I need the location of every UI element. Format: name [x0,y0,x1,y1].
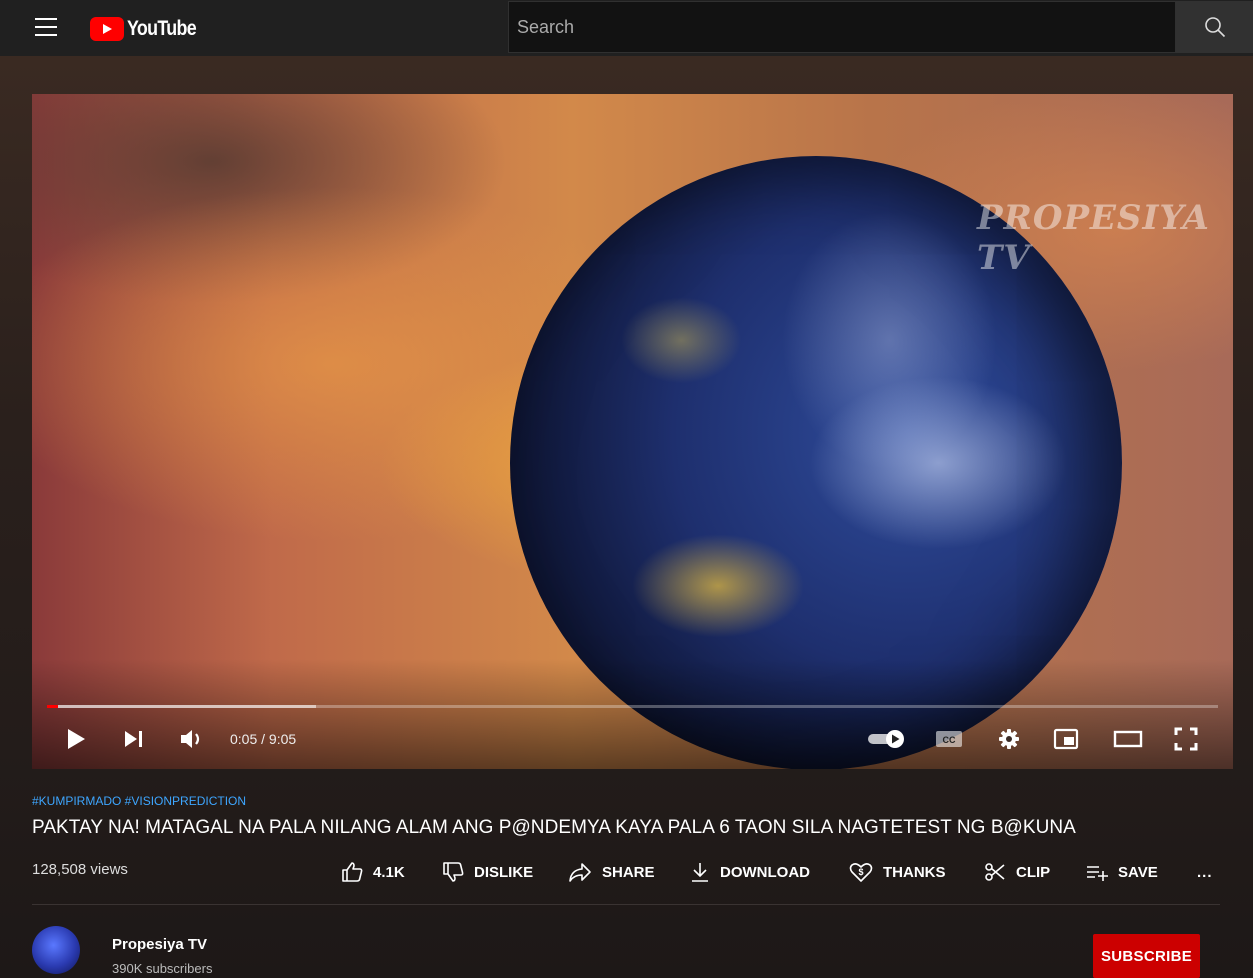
progress-buffered [47,705,317,708]
clip-button[interactable]: CLIP [983,857,1050,887]
dislike-label: DISLIKE [474,863,534,881]
scissors-icon [985,863,1005,881]
thanks-button[interactable]: $ THANKS [848,857,946,887]
video-title: PAKTAY NA! MATAGAL NA PALA NILANG ALAM A… [32,817,1076,838]
thumbs-down-icon [443,862,464,882]
action-bar: 4.1K DISLIKE SHARE DOWNLOAD $ THANKS CLI… [0,857,1253,887]
logo-text: YouTube [127,17,197,40]
next-icon [125,731,142,747]
gear-icon [999,729,1019,749]
video-watermark: PROPESIYA TV [977,198,1210,278]
more-label: ... [1197,863,1213,881]
svg-text:$: $ [858,867,863,877]
share-button[interactable]: SHARE [567,857,655,887]
theater-icon [1113,730,1143,748]
fullscreen-icon [1174,727,1198,751]
like-button[interactable]: 4.1K [340,857,405,887]
youtube-logo[interactable]: YouTube [90,14,208,44]
channel-avatar[interactable] [32,926,80,974]
clip-label: CLIP [1016,863,1051,881]
play-button[interactable] [62,723,90,755]
share-label: SHARE [602,863,655,881]
thumbs-up-icon [342,862,363,882]
next-button[interactable] [120,723,148,755]
progress-bar[interactable] [47,705,1218,708]
miniplayer-button[interactable] [1050,723,1082,755]
like-count: 4.1K [373,863,405,881]
miniplayer-icon [1053,728,1079,750]
settings-button[interactable] [994,723,1024,755]
search-button[interactable] [1176,1,1253,53]
play-icon [68,729,85,749]
video-player[interactable]: PROPESIYA TV 0:05 / 9:05 CC [32,94,1233,769]
channel-name[interactable]: Propesiya TV [112,936,207,953]
volume-button[interactable] [177,723,207,755]
download-icon [692,863,708,882]
save-label: SAVE [1118,863,1158,881]
subscriber-count: 390K subscribers [112,961,213,976]
time-display: 0:05 / 9:05 [230,731,297,747]
hashtags-link[interactable]: #KUMPIRMADO #VISIONPREDICTION [32,794,246,808]
fullscreen-button[interactable] [1171,723,1201,755]
captions-icon: CC [936,731,962,747]
thanks-label: THANKS [883,863,946,881]
more-actions-button[interactable]: ... [1197,857,1213,887]
divider [32,904,1220,905]
menu-icon[interactable] [35,18,59,38]
captions-button[interactable]: CC [933,723,965,755]
save-button[interactable]: SAVE [1085,857,1158,887]
play-logo-icon [90,17,124,41]
download-label: DOWNLOAD [720,863,810,881]
progress-played [47,705,58,708]
search-input[interactable] [509,2,1175,52]
masthead: YouTube [0,0,1253,56]
volume-icon [181,730,200,748]
search-box [508,1,1176,53]
share-icon [569,863,591,882]
autoplay-toggle[interactable] [865,723,909,755]
thanks-heart-icon: $ [849,863,873,882]
svg-text:CC: CC [943,735,956,745]
autoplay-icon [868,730,904,748]
download-button[interactable]: DOWNLOAD [689,857,810,887]
theater-mode-button[interactable] [1111,723,1145,755]
playlist-add-icon [1087,866,1108,881]
search-icon [1204,17,1225,38]
subscribe-button[interactable]: SUBSCRIBE [1093,934,1200,978]
dislike-button[interactable]: DISLIKE [441,857,533,887]
